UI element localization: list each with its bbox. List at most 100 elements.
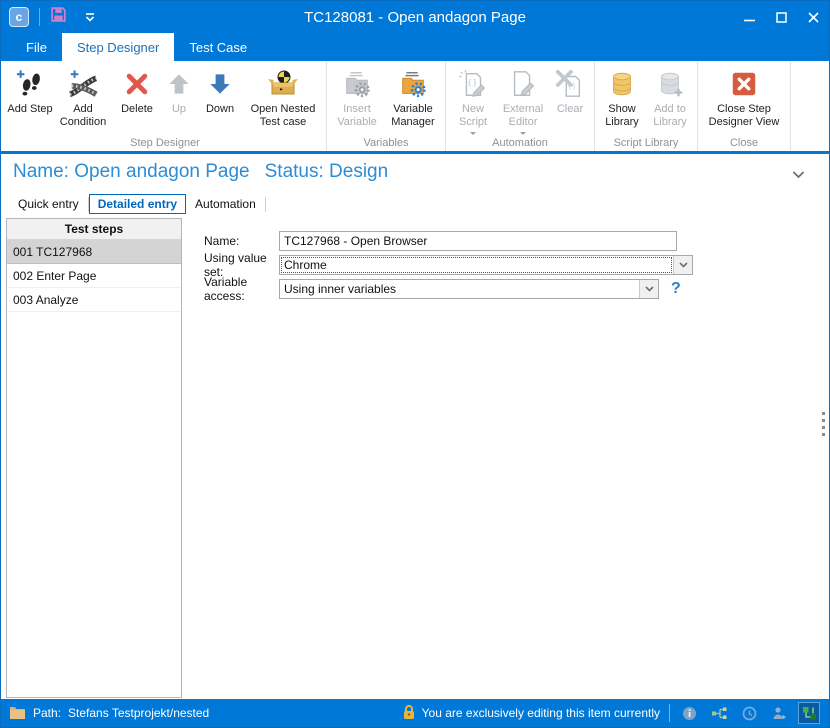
app-logo-icon[interactable]: c [9,7,29,27]
divider [265,197,266,212]
main-content: Name: Open andagon Page Status: Design Q… [1,154,829,699]
chevron-down-icon[interactable] [639,280,658,298]
delete-icon [120,67,154,101]
insert-variable-button[interactable]: Insert Variable [330,64,384,129]
new-script-button[interactable]: { } New Script [449,64,497,138]
chevron-down-icon[interactable] [673,256,692,274]
status-bar: Path: Stefans Testprojekt/nested You are… [1,699,829,727]
group-label: Variables [327,137,445,149]
test-step-row[interactable]: 002 Enter Page [7,264,181,288]
app-window: TC128081 - Open andagon Page c File Step… [0,0,830,728]
tab-quick-entry[interactable]: Quick entry [9,194,88,214]
insert-variable-icon [340,67,374,101]
add-step-icon [13,67,47,101]
folder-icon [9,705,26,722]
show-library-button[interactable]: Show Library [598,64,646,129]
window-controls [733,1,829,33]
help-icon[interactable]: ? [671,280,681,298]
maximize-button[interactable] [765,1,797,33]
workflow-icon[interactable] [799,703,819,723]
group-close: Close Step Designer View Close [698,61,791,151]
history-icon[interactable] [739,703,759,723]
lock-icon [402,704,416,723]
svg-text:{ }: { } [468,77,476,87]
name-label: Name: [204,234,279,248]
tab-test-case[interactable]: Test Case [174,33,262,61]
variable-access-value: Using inner variables [280,280,639,298]
splitter-grip[interactable] [822,412,825,436]
hierarchy-icon[interactable] [709,703,729,723]
down-button[interactable]: Down [197,64,243,116]
path-cluster: Path: Stefans Testprojekt/nested [9,705,209,722]
show-library-icon [605,67,639,101]
user-icon[interactable] [769,703,789,723]
info-icon[interactable] [679,703,699,723]
value-set-select[interactable]: Chrome [279,255,693,275]
test-step-row[interactable]: 001 TC127968 [7,240,181,264]
variable-access-select[interactable]: Using inner variables [279,279,659,299]
ribbon-tab-strip: File Step Designer Test Case [1,33,829,61]
add-to-library-icon [653,67,687,101]
quick-access-toolbar: c [1,6,95,28]
tab-file[interactable]: File [11,33,62,61]
external-editor-icon [506,67,540,101]
variable-access-row: Variable access: Using inner variables ? [204,279,681,299]
title-bar: TC128081 - Open andagon Page c [1,1,829,33]
tab-automation[interactable]: Automation [186,194,265,214]
variable-manager-icon [396,67,430,101]
clear-button[interactable]: { } Clear [549,64,591,116]
arrow-down-icon [203,67,237,101]
step-name-input[interactable] [279,231,677,251]
add-to-library-button[interactable]: Add to Library [646,64,694,129]
item-name: Name: Open andagon Page [13,161,250,183]
add-condition-button[interactable]: Add Condition [53,64,113,129]
group-label: Close [698,137,790,149]
lock-cluster: You are exclusively editing this item cu… [402,704,660,723]
close-step-designer-button[interactable]: Close Step Designer View [701,64,787,129]
value-set-value: Chrome [280,256,673,274]
group-label: Script Library [595,137,697,149]
variable-access-label: Variable access: [204,275,279,303]
add-condition-icon [66,67,100,101]
group-label: Step Designer [4,137,326,149]
divider [39,8,40,26]
statusbar-tools [679,703,823,723]
close-view-icon [727,67,761,101]
test-steps-header: Test steps [7,219,181,240]
window-title: TC128081 - Open andagon Page [1,9,829,26]
delete-button[interactable]: Delete [113,64,161,116]
test-step-row[interactable]: 003 Analyze [7,288,181,312]
group-step-designer: Add Step Add Condition [4,61,327,151]
customize-toolbar-icon[interactable] [85,13,95,22]
new-script-icon: { } [456,67,490,101]
add-step-button[interactable]: Add Step [7,64,53,116]
close-button[interactable] [797,1,829,33]
group-automation: { } New Script External Editor [446,61,595,151]
item-status: Status: Design [265,161,389,183]
group-script-library: Show Library Add to Library Script Libra… [595,61,698,151]
minimize-button[interactable] [733,1,765,33]
tab-step-designer[interactable]: Step Designer [62,33,174,61]
group-label: Automation [446,137,594,149]
collapse-header-icon[interactable] [792,166,805,184]
path-value: Stefans Testprojekt/nested [68,706,209,720]
test-steps-panel: Test steps 001 TC127968 002 Enter Page 0… [6,218,182,698]
tab-detailed-entry[interactable]: Detailed entry [89,194,186,214]
open-nested-testcase-button[interactable]: Open Nested Test case [243,64,323,129]
variable-manager-button[interactable]: Variable Manager [384,64,442,129]
path-label: Path: [33,706,61,720]
group-variables: Insert Variable Variable Manager Variabl… [327,61,446,151]
clear-icon: { } [553,67,587,101]
entry-tab-strip: Quick entry Detailed entry Automation [1,193,829,215]
nested-testcase-icon [266,67,300,101]
page-title: Name: Open andagon Page Status: Design [13,161,817,183]
value-set-row: Using value set: Chrome [204,255,693,275]
divider [669,704,670,722]
save-icon[interactable] [50,6,67,28]
arrow-up-icon [162,67,196,101]
name-field-row: Name: [204,231,677,251]
lock-message: You are exclusively editing this item cu… [422,706,660,720]
up-button[interactable]: Up [161,64,197,116]
ribbon: Add Step Add Condition [1,61,829,154]
external-editor-button[interactable]: External Editor [497,64,549,138]
